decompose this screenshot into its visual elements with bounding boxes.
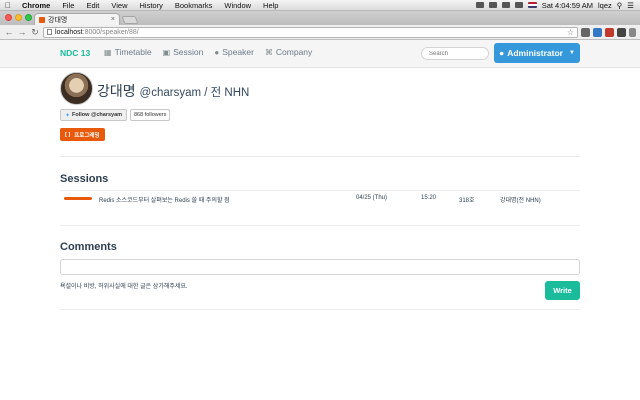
window-controls xyxy=(5,14,32,21)
menubar-user[interactable]: lqez xyxy=(598,1,612,10)
session-title-link[interactable]: Redis 소스코드부터 살펴보는 Redis 쓸 때 주의할 점 xyxy=(99,195,230,204)
comments-heading: Comments xyxy=(60,241,117,253)
menu-help[interactable]: Help xyxy=(257,1,284,10)
session-speaker: 강대명(전 NHN) xyxy=(500,198,541,204)
tab-title: 강대명 xyxy=(48,16,68,24)
session-time: 15:20 xyxy=(421,195,437,201)
followers-count[interactable]: 868 followers xyxy=(130,109,171,121)
page-icon xyxy=(47,29,52,35)
program-tag-button[interactable]: [ ] 프로그래밍 xyxy=(60,128,105,141)
apple-icon[interactable]:  xyxy=(0,1,16,10)
menu-chrome[interactable]: Chrome xyxy=(16,1,56,10)
comment-input[interactable] xyxy=(60,259,580,275)
address-bar[interactable]: localhost:8000/speaker/88/ ☆ xyxy=(43,26,578,38)
session-date: 04/25 (Thu) xyxy=(356,195,388,201)
menu-window[interactable]: Window xyxy=(218,1,257,10)
reload-icon[interactable]: ↻ xyxy=(30,27,40,38)
twitter-bird-icon: ✦ xyxy=(65,112,71,119)
tab-close-icon[interactable]: × xyxy=(111,16,115,23)
speaker-heading: 강대명 @charsyam / 전 NHN xyxy=(97,81,249,101)
table-row[interactable]: Redis 소스코드부터 살펴보는 Redis 쓸 때 주의할 점 04/25 … xyxy=(60,190,580,204)
nav-timetable-label: Timetable xyxy=(114,47,152,57)
browser-toolbar: ← → ↻ localhost:8000/speaker/88/ ☆ xyxy=(0,25,640,40)
nav-session[interactable]: ▣ Session xyxy=(163,47,204,57)
wifi-icon[interactable] xyxy=(488,2,497,8)
divider xyxy=(60,225,580,226)
minimize-window-button[interactable] xyxy=(15,14,22,21)
new-tab-button[interactable] xyxy=(121,16,139,24)
input-source-flag-icon[interactable] xyxy=(527,2,537,8)
speaker-handle: @charsyam / 전 NHN xyxy=(139,87,250,99)
session-room: 318호 xyxy=(459,198,475,204)
volume-icon[interactable] xyxy=(501,2,510,8)
browser-tab[interactable]: 강대명 × xyxy=(34,13,120,25)
user-icon: ● xyxy=(214,47,220,57)
divider xyxy=(60,156,580,157)
os-menubar:  Chrome File Edit View History Bookmark… xyxy=(0,0,640,11)
admin-user-icon: ● xyxy=(499,48,505,58)
spotlight-icon[interactable]: ⚲ xyxy=(617,1,623,10)
divider xyxy=(60,309,580,310)
administrator-button[interactable]: ● Administrator ▼ xyxy=(494,43,580,63)
nav-speaker[interactable]: ● Speaker xyxy=(214,47,254,57)
address-url: localhost:8000/speaker/88/ xyxy=(55,28,139,36)
nav-timetable[interactable]: ▦ Timetable xyxy=(104,47,152,57)
sessions-heading: Sessions xyxy=(60,173,109,185)
follow-label: Follow @charsyam xyxy=(72,112,123,118)
nav-speaker-label: Speaker xyxy=(222,47,254,57)
browser-tabstrip: 강대명 × xyxy=(0,11,640,25)
comment-hint: 욕설이나 비방, 허위사실에 대한 글은 삼가해주세요. xyxy=(60,284,188,290)
caret-down-icon: ▼ xyxy=(568,50,575,56)
write-button[interactable]: Write xyxy=(545,281,580,300)
menu-file[interactable]: File xyxy=(56,1,80,10)
forward-arrow-icon[interactable]: → xyxy=(17,27,27,37)
nav-company[interactable]: ⌘ Company xyxy=(265,47,312,57)
battery-icon[interactable] xyxy=(514,2,523,8)
calendar-icon: ▦ xyxy=(104,47,112,57)
menu-history[interactable]: History xyxy=(134,1,169,10)
brand-logo[interactable]: NDC 13 xyxy=(60,48,90,58)
extension-icon-4[interactable] xyxy=(617,27,626,37)
chrome-menu-icon[interactable] xyxy=(629,27,636,37)
close-window-button[interactable] xyxy=(5,14,12,21)
favicon-icon xyxy=(39,16,45,23)
video-camera-icon: ▣ xyxy=(162,47,171,57)
nav-company-label: Company xyxy=(275,47,313,57)
program-tag-label: 프로그래밍 xyxy=(74,132,100,139)
twitter-follow-button[interactable]: ✦ Follow @charsyam xyxy=(60,109,128,121)
command-icon: ⌘ xyxy=(264,47,273,57)
notification-list-icon[interactable]: ☰ xyxy=(627,1,634,10)
speaker-avatar xyxy=(60,72,93,105)
menubar-tray: Sat 4:04:59 AM lqez ⚲ ☰ xyxy=(475,1,640,10)
speaker-name: 강대명 xyxy=(97,83,136,99)
bookmark-star-icon[interactable]: ☆ xyxy=(567,28,574,37)
zoom-window-button[interactable] xyxy=(25,14,32,21)
dropbox-icon[interactable] xyxy=(475,2,484,8)
extension-icon-1[interactable] xyxy=(581,27,590,37)
extension-icon-3[interactable] xyxy=(605,27,614,37)
search-input[interactable] xyxy=(421,47,489,60)
nav-links: ▦ Timetable ▣ Session ● Speaker ⌘ Compan… xyxy=(104,47,312,57)
menubar-clock[interactable]: Sat 4:04:59 AM xyxy=(542,1,593,10)
menu-view[interactable]: View xyxy=(105,1,133,10)
site-navbar: NDC 13 ▦ Timetable ▣ Session ● Speaker ⌘… xyxy=(0,40,640,68)
code-bracket-icon: [ ] xyxy=(65,131,71,138)
nav-session-label: Session xyxy=(173,47,204,57)
session-track-bar xyxy=(64,197,92,200)
extension-icon-2[interactable] xyxy=(593,27,602,37)
administrator-label: Administrator xyxy=(507,48,563,58)
back-arrow-icon[interactable]: ← xyxy=(4,27,14,37)
menu-edit[interactable]: Edit xyxy=(80,1,105,10)
menu-bookmarks[interactable]: Bookmarks xyxy=(169,1,219,10)
